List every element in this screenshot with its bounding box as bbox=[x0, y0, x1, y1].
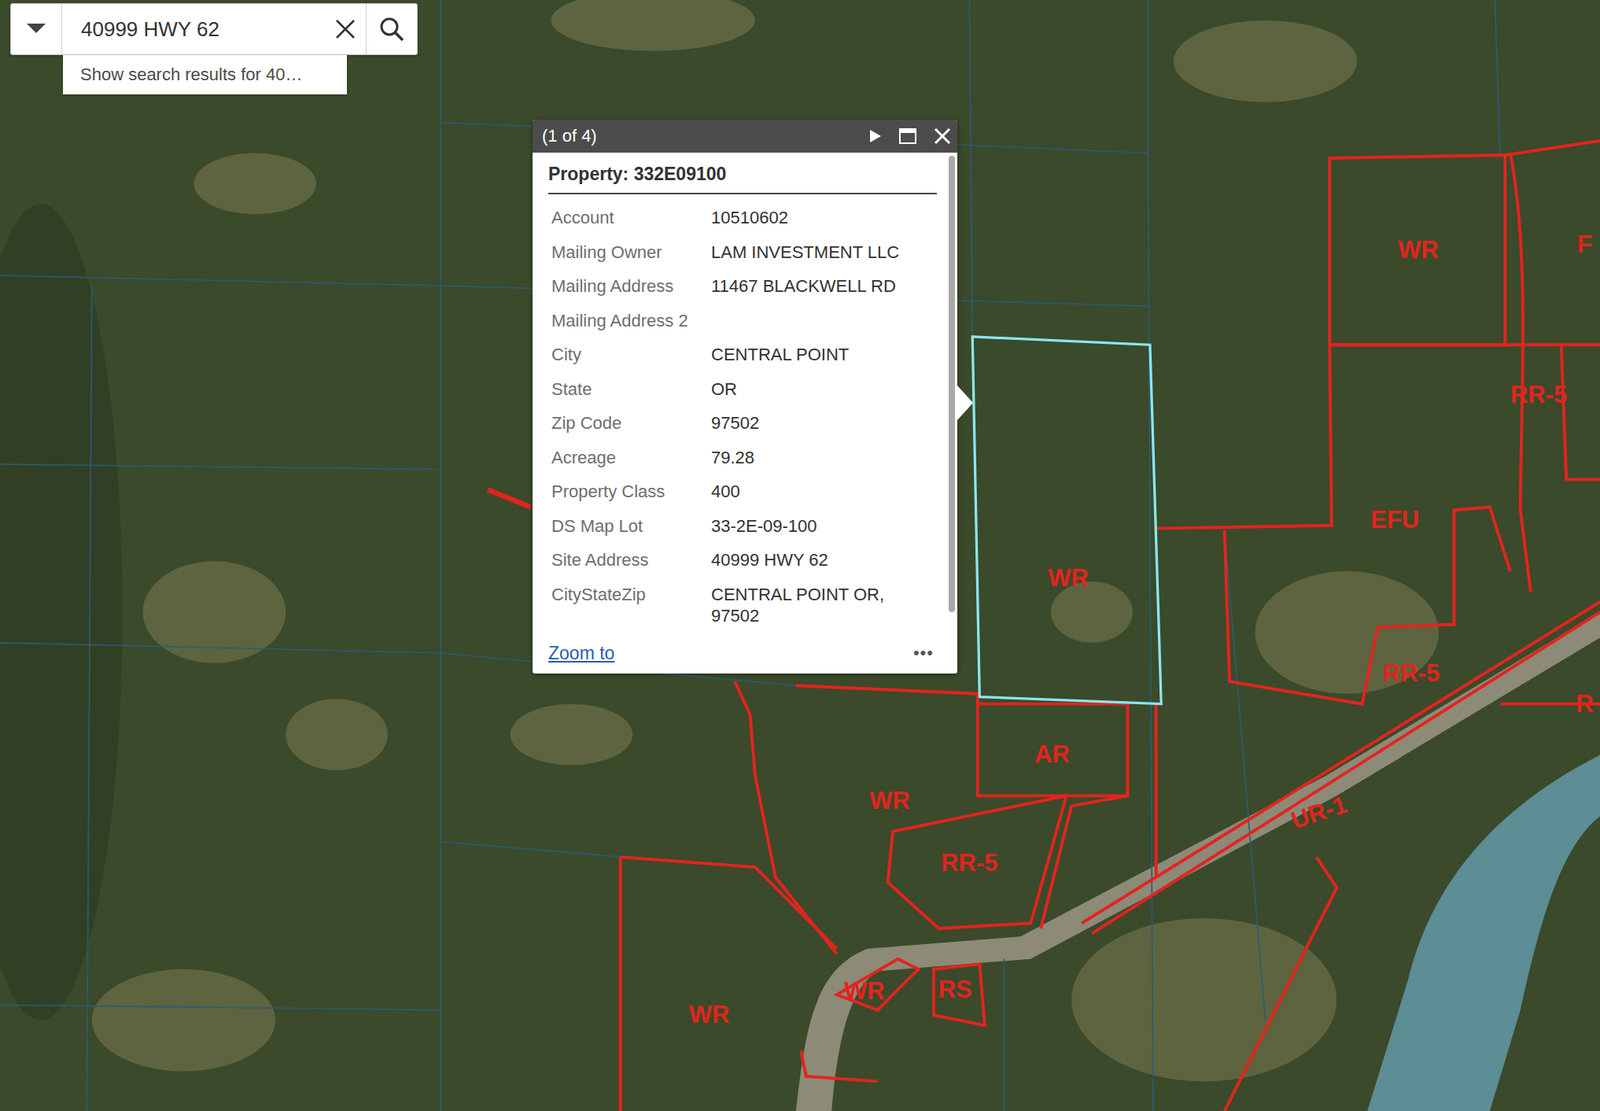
popup-header: (1 of 4) bbox=[532, 119, 958, 153]
field-row: CityStateZipCENTRAL POINT OR, 97502 bbox=[548, 577, 937, 634]
field-value: 79.28 bbox=[711, 446, 934, 469]
field-value: 10510602 bbox=[711, 206, 934, 229]
zone-label: RR-5 bbox=[1510, 380, 1567, 410]
scrollbar[interactable] bbox=[946, 152, 958, 640]
field-row: Account10510602 bbox=[548, 200, 937, 236]
field-value: 33-2E-09-100 bbox=[711, 515, 934, 538]
field-row: Zip Code97502 bbox=[548, 405, 937, 441]
field-value: LAM INVESTMENT LLC bbox=[711, 241, 934, 264]
field-label: CityStateZip bbox=[551, 583, 712, 627]
field-label: Mailing Owner bbox=[551, 241, 712, 264]
field-label: DS Map Lot bbox=[551, 515, 712, 538]
field-value: 11467 BLACKWELL RD bbox=[711, 275, 934, 298]
zone-label: WR bbox=[689, 1000, 730, 1029]
popup-content: Property: 332E09100Account10510602Mailin… bbox=[532, 152, 947, 640]
field-label: Acreage bbox=[551, 446, 712, 469]
scroll-thumb[interactable] bbox=[948, 155, 955, 612]
zone-label: WR bbox=[1397, 235, 1439, 265]
zone-label: F bbox=[1577, 230, 1593, 259]
field-value: 97502 bbox=[711, 412, 934, 435]
field-label: State bbox=[551, 378, 712, 401]
close-icon bbox=[335, 18, 356, 40]
field-label: Site Address bbox=[551, 549, 712, 572]
zone-label: R bbox=[1575, 689, 1593, 719]
zone-label: RR-5 bbox=[940, 848, 998, 878]
zone-label: RS bbox=[938, 975, 973, 1004]
zone-label: AR bbox=[1034, 740, 1070, 769]
field-value: 40999 HWY 62 bbox=[711, 549, 934, 572]
popup-footer: Zoom to ••• bbox=[532, 639, 958, 674]
field-row: StateOR bbox=[548, 372, 937, 407]
search-suggestion[interactable]: Show search results for 40… bbox=[62, 55, 347, 95]
field-label: Property Class bbox=[551, 480, 712, 503]
field-label: Mailing Address bbox=[551, 275, 712, 298]
next-icon[interactable] bbox=[869, 129, 882, 144]
map-page: WRFRR-5EFURR-5RWRARWRRR-5UR-1WRRSWR40999… bbox=[0, 0, 1600, 1111]
zone-label: EFU bbox=[1370, 505, 1420, 535]
field-value: OR bbox=[711, 378, 934, 401]
search-button[interactable] bbox=[366, 3, 417, 55]
field-value: CENTRAL POINT bbox=[711, 343, 934, 366]
field-value bbox=[711, 309, 934, 332]
field-row: Site Address40999 HWY 62 bbox=[548, 542, 937, 578]
field-label: Mailing Address 2 bbox=[551, 309, 712, 332]
zoom-to-link[interactable]: Zoom to bbox=[548, 642, 615, 664]
source-dropdown[interactable] bbox=[11, 3, 63, 55]
close-icon[interactable] bbox=[933, 127, 952, 145]
field-row: Mailing OwnerLAM INVESTMENT LLC bbox=[548, 235, 937, 270]
search-icon bbox=[379, 16, 405, 42]
field-label: City bbox=[551, 343, 712, 366]
caret-down-icon bbox=[26, 23, 46, 35]
maximize-icon[interactable] bbox=[899, 128, 917, 144]
field-row: Mailing Address 2 bbox=[548, 303, 937, 339]
field-row: Property Class400 bbox=[548, 474, 937, 509]
popup-title: Property: 332E09100 bbox=[548, 163, 937, 195]
field-row: CityCENTRAL POINT bbox=[548, 337, 937, 373]
zone-label: WR bbox=[844, 976, 885, 1006]
zone-label: WR bbox=[1047, 564, 1089, 593]
more-button[interactable]: ••• bbox=[913, 642, 934, 664]
field-row: DS Map Lot33-2E-09-100 bbox=[548, 508, 937, 544]
popup-pointer bbox=[957, 385, 974, 421]
field-value: CENTRAL POINT OR, 97502 bbox=[711, 583, 934, 627]
feature-counter: (1 of 4) bbox=[541, 125, 598, 147]
search-bar: 40999 HWY 62 bbox=[10, 3, 418, 56]
field-value: 400 bbox=[711, 480, 934, 503]
search-input[interactable]: 40999 HWY 62 bbox=[62, 3, 325, 55]
field-label: Zip Code bbox=[551, 412, 712, 435]
zone-label: WR bbox=[869, 786, 911, 815]
zone-label: RR-5 bbox=[1382, 659, 1440, 688]
property-popup: (1 of 4) Property: 332E09100 Account105106… bbox=[532, 119, 958, 674]
field-row: Mailing Address11467 BLACKWELL RD bbox=[548, 269, 937, 304]
field-label: Account bbox=[551, 206, 712, 229]
clear-button[interactable] bbox=[324, 3, 367, 55]
field-row: Acreage79.28 bbox=[548, 440, 937, 476]
